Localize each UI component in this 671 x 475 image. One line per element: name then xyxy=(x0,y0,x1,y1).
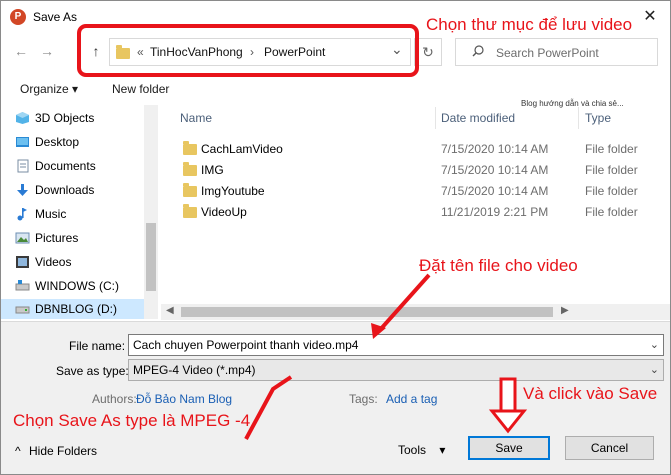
save-as-dialog: P Save As ✕ ← → ↑ « TinHocVanPhong › Pow… xyxy=(0,0,671,475)
annotation-arrows xyxy=(244,273,528,440)
arrow-to-save-type xyxy=(244,375,293,440)
arrow-to-file-name xyxy=(377,273,431,333)
arrow-down-to-save xyxy=(488,377,528,434)
